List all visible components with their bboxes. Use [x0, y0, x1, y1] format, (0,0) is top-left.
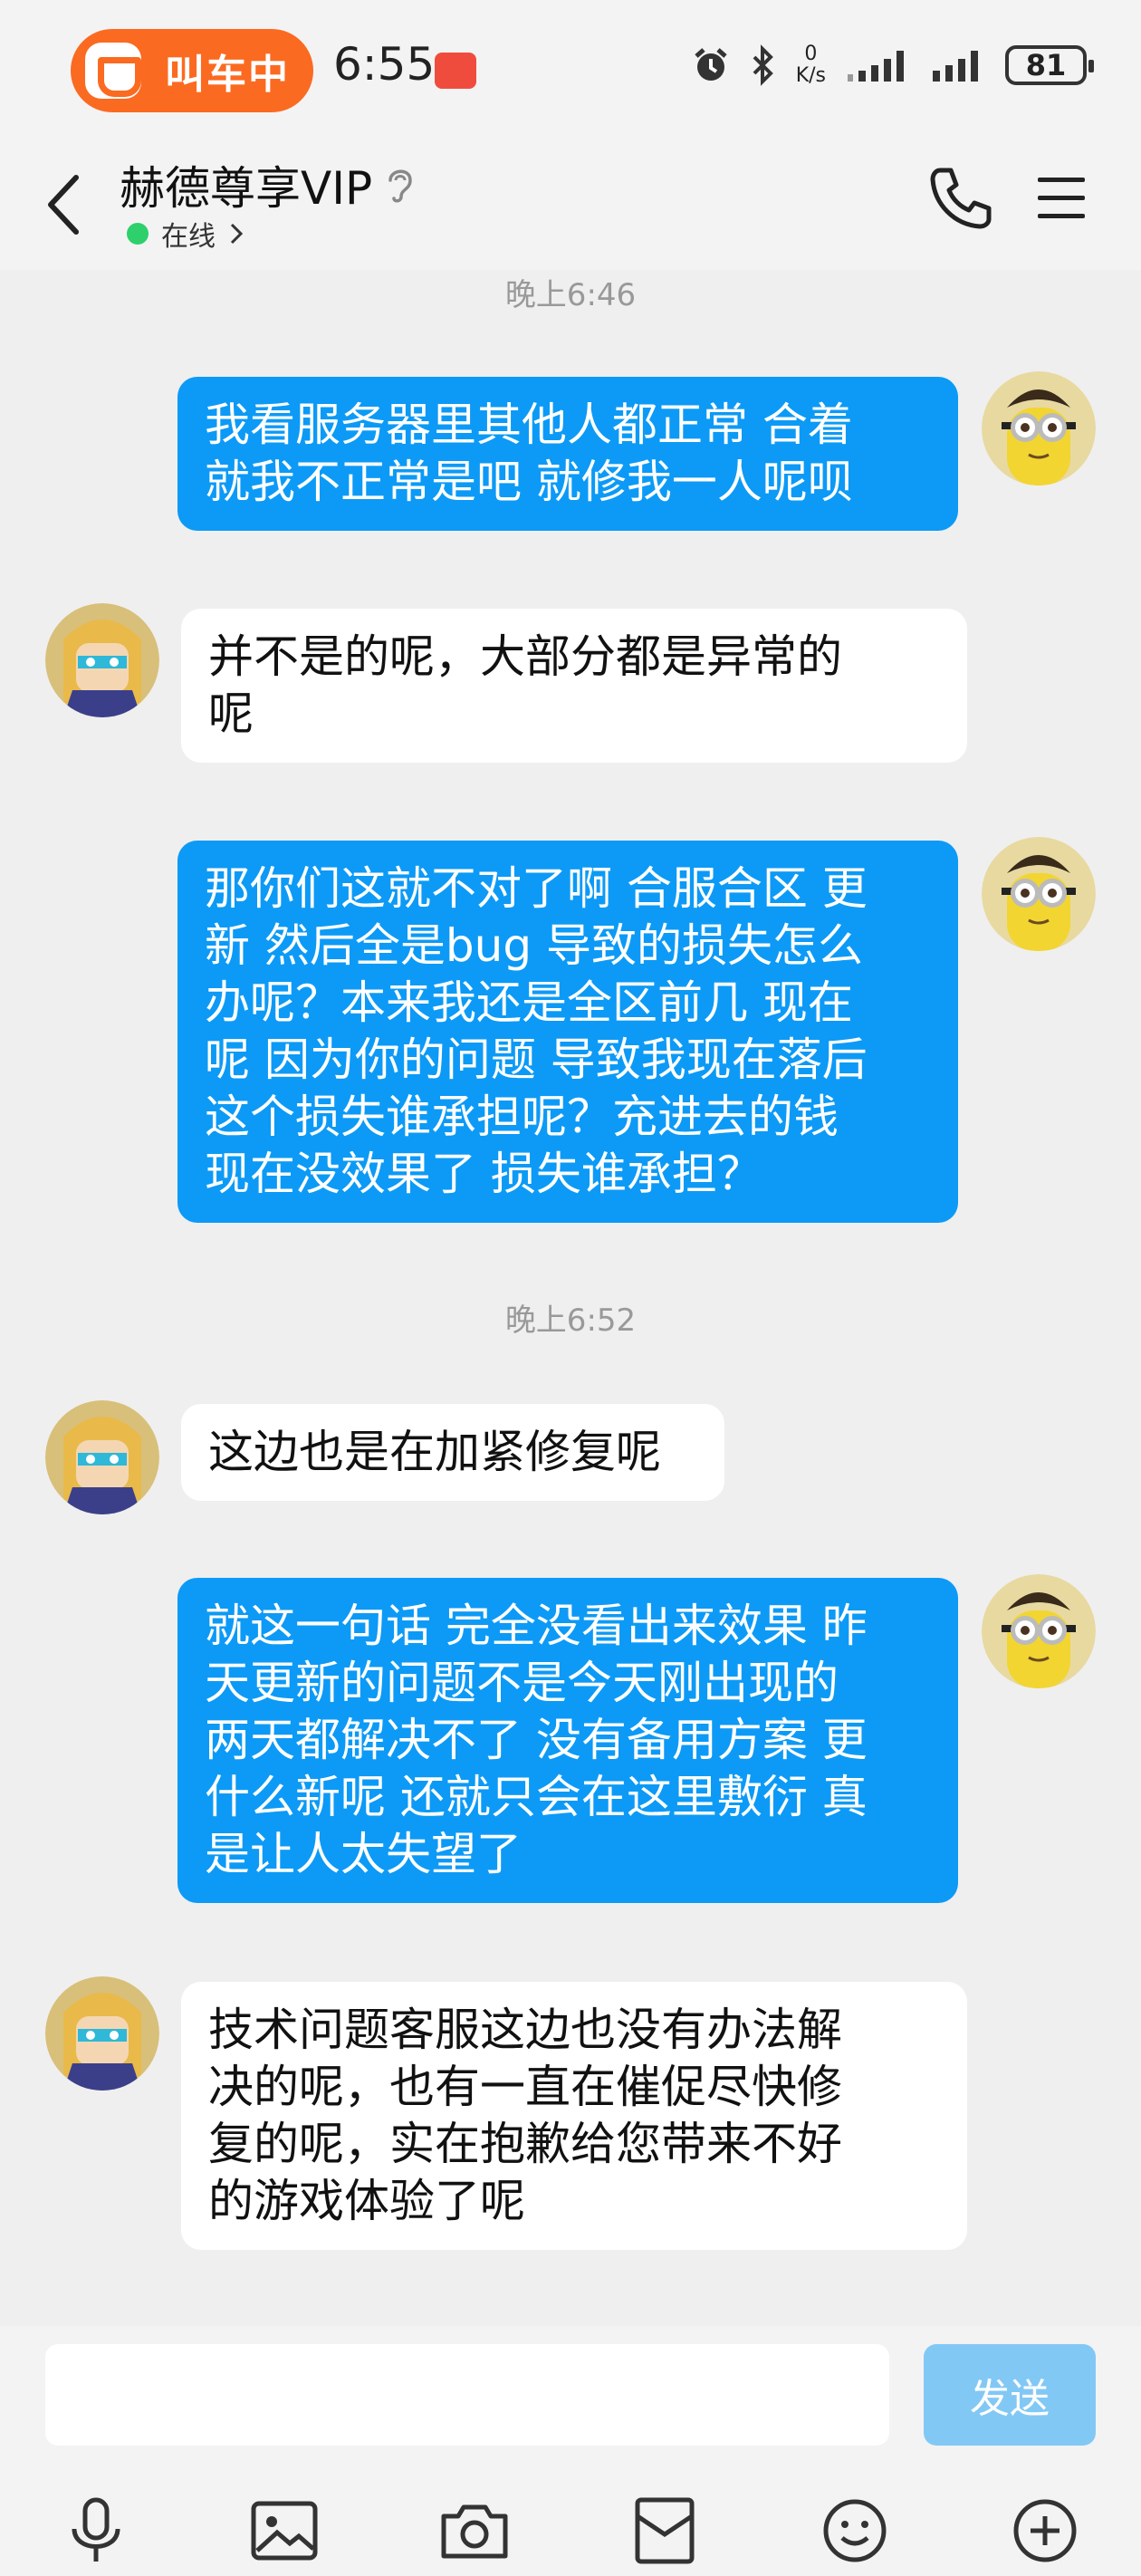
- presence-label: 在线: [161, 221, 216, 253]
- message-line: 现在没效果了 损失谁承担？: [205, 1148, 762, 1200]
- presence-status[interactable]: 在线: [127, 214, 244, 254]
- message-line: 呢: [208, 687, 254, 740]
- network-speed: 0 K/s: [796, 43, 826, 87]
- bluetooth-icon: [753, 44, 773, 86]
- chevron-right-icon: [230, 223, 244, 245]
- composer-toolbar: [0, 2494, 1141, 2567]
- signal-sim1-icon: [848, 51, 904, 82]
- plus-icon[interactable]: [1009, 2494, 1081, 2567]
- contact-title[interactable]: 赫德尊享VIP: [120, 152, 416, 217]
- chat-header: 赫德尊享VIP 在线: [0, 136, 1141, 270]
- message-line: 两天都解决不了 没有备用方案 更: [205, 1714, 868, 1766]
- contact-name: 赫德尊享VIP: [120, 162, 373, 215]
- net-speed-unit: K/s: [795, 64, 826, 87]
- message-bubble-received[interactable]: 并不是的呢，大部分都是异常的 呢: [181, 609, 967, 763]
- message-bubble-sent[interactable]: 那你们这就不对了啊 合服合区 更 新 然后全是bug 导致的损失怎么 办呢？本来…: [177, 841, 958, 1223]
- app-notification-icon: [435, 53, 476, 89]
- ride-hailing-pill[interactable]: 叫车中: [71, 29, 313, 112]
- message-line: 呢 因为你的问题 导致我现在落后: [205, 1033, 868, 1086]
- my-avatar[interactable]: [982, 837, 1096, 951]
- message-line: 办呢？本来我还是全区前几 现在: [205, 976, 853, 1029]
- menu-icon[interactable]: [1034, 168, 1088, 226]
- message-bubble-sent[interactable]: 我看服务器里其他人都正常 合着 就我不正常是吧 就修我一人呢呗: [177, 377, 958, 531]
- status-time: 6:55: [333, 38, 436, 91]
- agent-avatar[interactable]: [45, 1400, 159, 1514]
- timestamp: 晚上6:52: [504, 1302, 637, 1339]
- ride-app-icon: [85, 43, 141, 99]
- timestamp: 晚上6:46: [504, 277, 637, 313]
- message-line: 决的呢，也有一直在催促尽快修: [208, 2061, 842, 2113]
- agent-avatar[interactable]: [45, 1976, 159, 2091]
- image-icon[interactable]: [248, 2494, 321, 2567]
- message-line: 就这一句话 完全没看出来效果 昨: [205, 1600, 868, 1652]
- net-speed-value: 0: [804, 43, 818, 65]
- hearing-icon: [388, 169, 412, 203]
- message-line: 那你们这就不对了啊 合服合区 更: [205, 862, 868, 915]
- message-bubble-sent[interactable]: 就这一句话 完全没看出来效果 昨 天更新的问题不是今天刚出现的 两天都解决不了 …: [177, 1578, 958, 1903]
- message-line: 这边也是在加紧修复呢: [208, 1426, 661, 1478]
- send-button[interactable]: 发送: [924, 2344, 1096, 2446]
- microphone-icon[interactable]: [60, 2494, 132, 2567]
- back-icon[interactable]: [40, 168, 94, 241]
- red-packet-icon[interactable]: [628, 2494, 701, 2567]
- message-line: 是让人太失望了: [205, 1828, 522, 1880]
- message-line: 技术问题客服这边也没有办法解: [208, 2004, 842, 2056]
- phone-call-icon[interactable]: [927, 163, 996, 232]
- message-line: 这个损失谁承担呢？充进去的钱: [205, 1091, 839, 1143]
- message-line: 我看服务器里其他人都正常 合着: [205, 399, 853, 451]
- message-bubble-received[interactable]: 这边也是在加紧修复呢: [181, 1404, 724, 1501]
- online-dot-icon: [127, 223, 149, 245]
- message-line: 新 然后全是bug 导致的损失怎么: [205, 919, 863, 972]
- signal-sim2-icon: [933, 51, 978, 82]
- message-bubble-received[interactable]: 技术问题客服这边也没有办法解 决的呢，也有一直在催促尽快修 复的呢，实在抱歉给您…: [181, 1982, 967, 2250]
- chat-message-list[interactable]: 晚上6:46 我看服务器里其他人都正常 合着 就我不正常是吧 就修我一人呢呗 并…: [0, 270, 1141, 2326]
- camera-icon[interactable]: [438, 2494, 511, 2567]
- message-input[interactable]: [45, 2344, 889, 2446]
- battery-indicator: 81: [1005, 45, 1094, 85]
- message-line: 复的呢，实在抱歉给您带来不好: [208, 2118, 842, 2170]
- message-composer: 发送: [0, 2326, 1141, 2576]
- emoji-icon[interactable]: [819, 2494, 891, 2567]
- message-line: 并不是的呢，大部分都是异常的: [208, 630, 842, 683]
- agent-avatar[interactable]: [45, 603, 159, 717]
- status-bar: 叫车中 6:55 0 K/s 81: [0, 0, 1141, 136]
- my-avatar[interactable]: [982, 1574, 1096, 1688]
- my-avatar[interactable]: [982, 371, 1096, 485]
- message-line: 就我不正常是吧 就修我一人呢呗: [205, 456, 853, 508]
- message-line: 什么新呢 还就只会在这里敷衍 真: [205, 1771, 868, 1823]
- ride-status-label: 叫车中: [165, 52, 290, 98]
- alarm-icon: [695, 48, 727, 81]
- message-line: 的游戏体验了呢: [208, 2175, 525, 2227]
- status-icons: 0 K/s 81: [691, 43, 1094, 87]
- message-line: 天更新的问题不是今天刚出现的: [205, 1657, 839, 1709]
